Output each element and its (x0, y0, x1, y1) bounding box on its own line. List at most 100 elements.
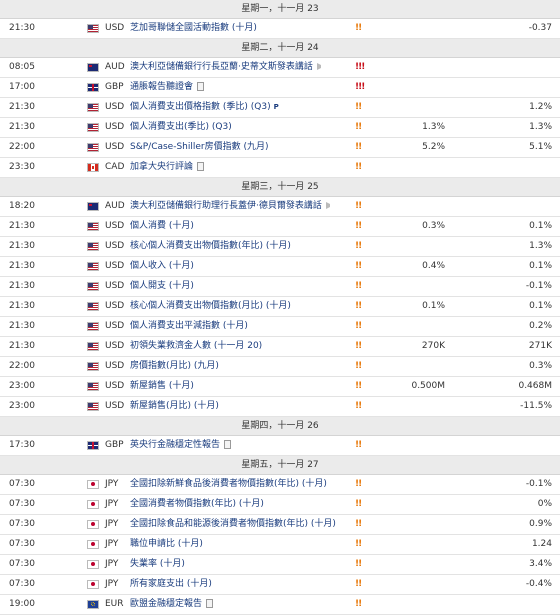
importance-icon: !! (355, 539, 362, 549)
event-name-link[interactable]: 職位申請比 (十月) (130, 539, 203, 549)
gbp-flag-icon (87, 441, 99, 450)
event-name-cell: 通脹報告聽證會 (130, 78, 205, 97)
event-time: 08:05 (9, 62, 35, 72)
event-time: 21:30 (9, 261, 35, 271)
event-name-link[interactable]: 澳大利亞儲備銀行助理行長蓋伊·德貝爾發表講話 (130, 201, 322, 211)
event-time: 21:30 (9, 23, 35, 33)
event-row: 07:30 JPY 所有家庭支出 (十月)!! -0.4% (0, 575, 560, 595)
event-name-cell: 個人消費支出平減指數 (十月) (130, 317, 248, 336)
event-name-link[interactable]: 全國扣除食品和能源後消費者物價指數(年比) (十月) (130, 519, 336, 529)
event-name-link[interactable]: S&P/Case-Shiller房價指數 (九月) (130, 142, 269, 152)
preliminary-marker: P (273, 103, 279, 111)
jpy-flag-icon (87, 560, 99, 569)
importance-icon: !! (355, 261, 362, 271)
document-icon (224, 440, 232, 449)
event-name-cell: 英央行金融穩定性報告 (130, 436, 232, 455)
event-currency: USD (105, 321, 125, 331)
event-row: 17:00 GBP 通脹報告聽證會!!! (0, 78, 560, 98)
event-name-link[interactable]: 個人消費支出平減指數 (十月) (130, 321, 248, 331)
event-row: 21:30 USD 芝加哥聯儲全國活動指數 (十月)!! -0.37 (0, 19, 560, 39)
event-row: 19:00 EUR 歐盟金融穩定報告!! (0, 595, 560, 615)
event-previous: 0.1% (529, 261, 552, 271)
event-row: 07:30 JPY 全國扣除新鮮食品後消費者物價指數(年比) (十月)!! -0.1% (0, 475, 560, 495)
event-name-link[interactable]: 澳大利亞儲備銀行行長亞蘭·史蒂文斯發表講話 (130, 62, 313, 72)
eur-flag-icon (87, 600, 99, 609)
event-name-cell: 新屋銷售 (十月) (130, 377, 194, 396)
event-currency: USD (105, 142, 125, 152)
usd-flag-icon (87, 402, 99, 411)
event-name-link[interactable]: 房價指數(月比) (九月) (130, 361, 219, 371)
event-row: 21:30 USD 個人收入 (十月)!! 0.4% 0.1% (0, 257, 560, 277)
event-row: 22:00 USD S&P/Case-Shiller房價指數 (九月)!! 5.2% 5… (0, 138, 560, 158)
event-currency: USD (105, 241, 125, 251)
event-time: 21:30 (9, 281, 35, 291)
importance-icon: !! (355, 23, 362, 33)
event-time: 17:00 (9, 82, 35, 92)
event-name-link[interactable]: 個人消費 (十月) (130, 221, 194, 231)
event-name-link[interactable]: 核心個人消費支出物價指數(年比) (十月) (130, 241, 291, 251)
event-name-link[interactable]: 新屋銷售 (十月) (130, 381, 194, 391)
event-currency: JPY (105, 479, 119, 489)
event-name-cell: 芝加哥聯儲全國活動指數 (十月) (130, 19, 257, 38)
event-previous: 1.24 (531, 539, 552, 549)
usd-flag-icon (87, 24, 99, 33)
event-time: 18:20 (9, 201, 35, 211)
event-currency: USD (105, 102, 125, 112)
event-forecast: 1.3% (422, 122, 445, 132)
event-currency: JPY (105, 559, 119, 569)
event-row: 17:30 GBP 英央行金融穩定性報告!! (0, 436, 560, 456)
gbp-flag-icon (87, 83, 99, 92)
event-currency: USD (105, 381, 125, 391)
event-currency: AUD (105, 62, 125, 72)
event-name-link[interactable]: 通脹報告聽證會 (130, 82, 193, 92)
event-name-cell: 個人消費支出價格指數 (季比) (Q3) P (130, 98, 279, 117)
event-currency: JPY (105, 499, 119, 509)
event-name-link[interactable]: 個人開支 (十月) (130, 281, 194, 291)
event-time: 22:00 (9, 361, 35, 371)
event-row: 21:30 USD 個人消費支出(季比) (Q3)!! 1.3% 1.3% (0, 118, 560, 138)
event-name-link[interactable]: 英央行金融穩定性報告 (130, 440, 220, 450)
event-name-link[interactable]: 芝加哥聯儲全國活動指數 (十月) (130, 23, 257, 33)
event-time: 22:00 (9, 142, 35, 152)
event-name-link[interactable]: 個人收入 (十月) (130, 261, 194, 271)
event-time: 07:30 (9, 479, 35, 489)
event-name-link[interactable]: 所有家庭支出 (十月) (130, 579, 212, 589)
event-name-link[interactable]: 加拿大央行評論 (130, 162, 193, 172)
event-time: 07:30 (9, 539, 35, 549)
jpy-flag-icon (87, 480, 99, 489)
event-previous: -0.4% (525, 579, 552, 589)
event-name-cell: 全國扣除食品和能源後消費者物價指數(年比) (十月) (130, 515, 336, 534)
event-name-link[interactable]: 個人消費支出價格指數 (季比) (Q3) (130, 102, 271, 112)
event-previous: 0.468M (518, 381, 552, 391)
usd-flag-icon (87, 222, 99, 231)
importance-icon: !! (355, 579, 362, 589)
event-name-link[interactable]: 全國消費者物價指數(年比) (十月) (130, 499, 264, 509)
usd-flag-icon (87, 262, 99, 271)
event-name-link[interactable]: 初領失業救濟金人數 (十一月 20) (130, 341, 262, 351)
event-name-link[interactable]: 失業率 (十月) (130, 559, 185, 569)
event-name-cell: 核心個人消費支出物價指數(年比) (十月) (130, 237, 291, 256)
event-currency: USD (105, 281, 125, 291)
event-row: 21:30 USD 個人消費支出平減指數 (十月)!! 0.2% (0, 317, 560, 337)
usd-flag-icon (87, 362, 99, 371)
event-time: 21:30 (9, 341, 35, 351)
cad-flag-icon (87, 163, 99, 172)
event-row: 18:20 AUD 澳大利亞儲備銀行助理行長蓋伊·德貝爾發表講話!! (0, 197, 560, 217)
event-name-link[interactable]: 新屋銷售(月比) (十月) (130, 401, 219, 411)
importance-icon: !! (355, 102, 362, 112)
event-currency: USD (105, 221, 125, 231)
event-time: 21:30 (9, 221, 35, 231)
importance-icon: !! (355, 440, 362, 450)
event-name-link[interactable]: 核心個人消費支出物價指數(月比) (十月) (130, 301, 291, 311)
event-name-cell: 全國消費者物價指數(年比) (十月) (130, 495, 264, 514)
event-previous: -0.1% (525, 281, 552, 291)
event-currency: CAD (105, 162, 125, 172)
event-name-link[interactable]: 全國扣除新鮮食品後消費者物價指數(年比) (十月) (130, 479, 327, 489)
event-previous: 5.1% (529, 142, 552, 152)
event-row: 22:00 USD 房價指數(月比) (九月)!! 0.3% (0, 357, 560, 377)
event-name-link[interactable]: 歐盟金融穩定報告 (130, 599, 202, 609)
event-name-cell: 失業率 (十月) (130, 555, 185, 574)
event-name-link[interactable]: 個人消費支出(季比) (Q3) (130, 122, 232, 132)
usd-flag-icon (87, 242, 99, 251)
importance-icon: !! (355, 241, 362, 251)
